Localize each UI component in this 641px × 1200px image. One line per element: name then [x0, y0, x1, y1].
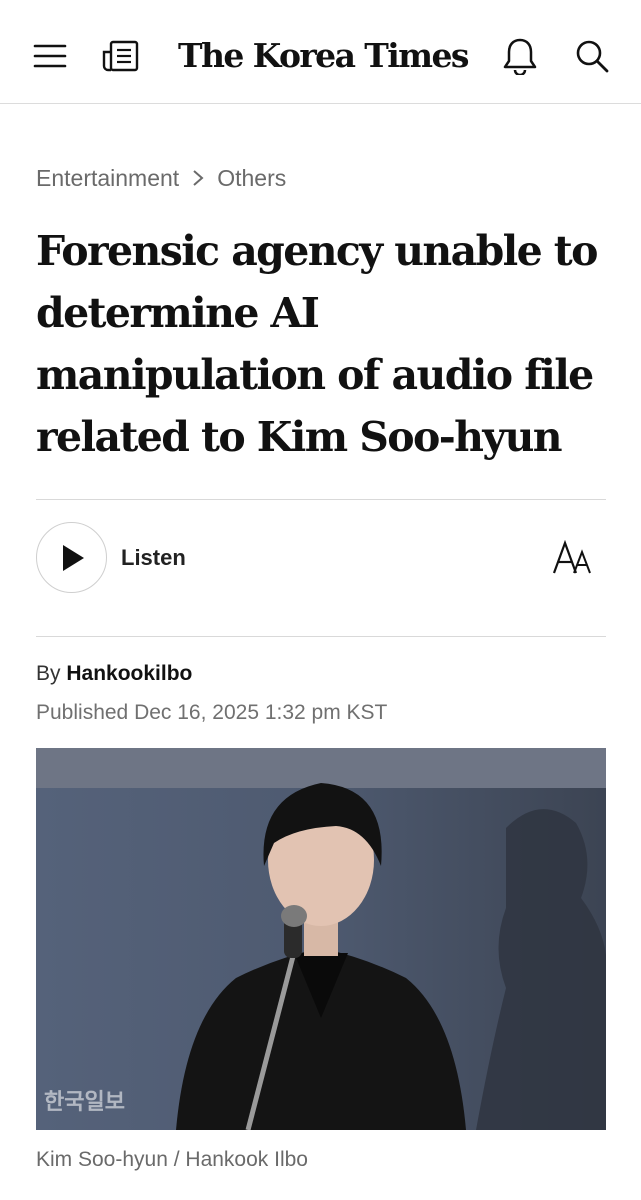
headline-line: related to Kim Soo-hyun	[36, 413, 563, 461]
notifications-button[interactable]	[500, 36, 540, 76]
headline-line: manipulation of audio file	[36, 351, 594, 399]
search-icon	[576, 40, 609, 73]
menu-icon	[33, 44, 67, 68]
top-navigation-bar: The Korea Times	[0, 0, 641, 104]
article-headline: Forensic agency unable to determine AI m…	[36, 220, 616, 468]
newspaper-icon	[102, 40, 139, 72]
listen-label[interactable]: Listen	[121, 544, 186, 572]
site-logo[interactable]: The Korea Times	[178, 36, 469, 76]
search-button[interactable]	[572, 36, 612, 76]
audio-toolbar: Listen	[36, 522, 606, 594]
newspaper-button[interactable]	[100, 36, 140, 76]
published-date: Published Dec 16, 2025 1:32 pm KST	[36, 701, 388, 724]
breadcrumb-others[interactable]: Others	[217, 163, 286, 193]
play-button[interactable]	[36, 522, 107, 593]
byline-prefix: By	[36, 662, 61, 685]
font-size-button[interactable]	[552, 538, 596, 578]
headline-line: determine AI	[36, 289, 320, 337]
photo-caption: Kim Soo-hyun / Hankook Ilbo	[36, 1148, 308, 1171]
menu-button[interactable]	[30, 36, 70, 76]
play-icon	[62, 544, 84, 571]
photo-illustration	[36, 748, 606, 1130]
byline: By Hankookilbo	[36, 660, 192, 688]
breadcrumb-entertainment[interactable]: Entertainment	[36, 163, 179, 193]
bell-icon	[503, 38, 537, 75]
chevron-right-icon	[192, 169, 204, 187]
divider	[36, 636, 606, 637]
article-photo[interactable]: 한국일보	[36, 748, 606, 1130]
photo-watermark: 한국일보	[44, 1090, 125, 1115]
breadcrumb: Entertainment Others	[36, 163, 286, 193]
divider	[36, 499, 606, 500]
author-link[interactable]: Hankookilbo	[66, 662, 192, 685]
font-size-icon	[552, 540, 591, 574]
headline-line: Forensic agency unable to	[36, 227, 598, 275]
